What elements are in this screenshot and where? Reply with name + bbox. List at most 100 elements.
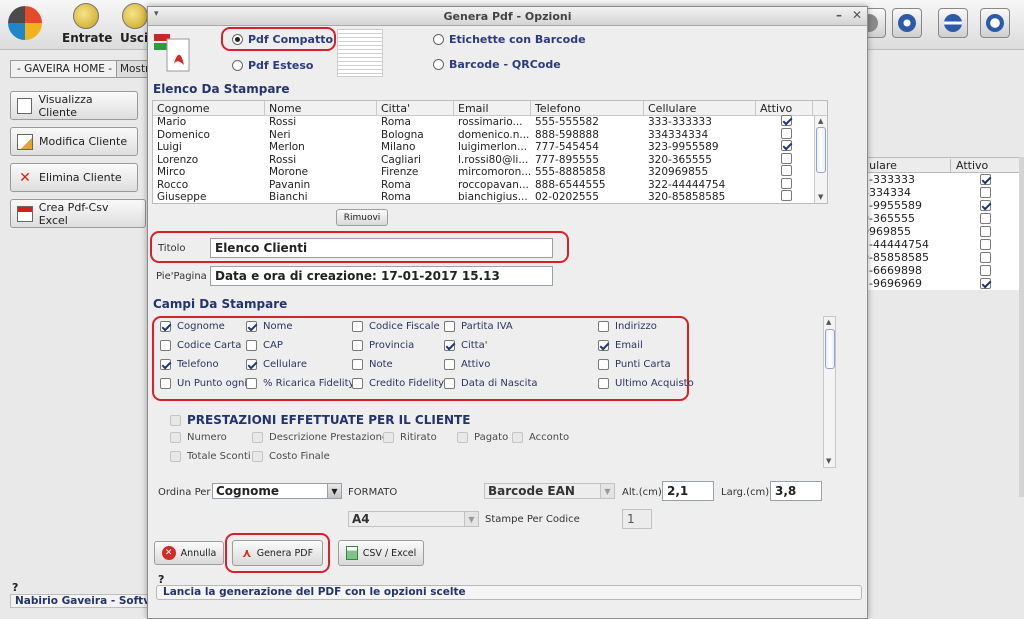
campi-scroll-thumb[interactable] [825,329,835,369]
titolo-input[interactable]: Elenco Clienti [210,238,553,258]
larg-input[interactable]: 3,8 [770,481,822,501]
rimuovi-button[interactable]: Rimuovi [336,209,388,226]
prestazione-checkbox[interactable]: Acconto [512,432,569,443]
bg-table-row[interactable]: 0-85858585 [842,251,1020,264]
mostra-tab[interactable]: Mostr [116,60,148,78]
col-citta[interactable]: Citta' [377,101,454,116]
window-menu-icon[interactable]: ▾ [154,9,159,19]
table-scrollbar[interactable]: ▲ ▼ [814,116,827,203]
attivo-checkbox[interactable] [980,252,991,263]
campi-scroll-down-icon[interactable]: ▼ [826,457,831,465]
field-checkbox[interactable]: Punti Carta [598,359,671,370]
table-row[interactable]: Rocco Pavanin Roma roccopavan... 888-6544555… [153,177,827,192]
dialog-close-button[interactable]: ✕ [852,8,862,22]
col-cellulare[interactable]: Cellulare [644,101,756,116]
col-attivo[interactable]: Attivo [756,101,813,116]
prestazione-checkbox[interactable]: Ritirato [383,432,437,443]
attivo-checkbox[interactable] [781,140,792,152]
field-checkbox[interactable]: Note [352,359,393,370]
field-checkbox[interactable]: Cognome [160,321,225,332]
field-checkbox[interactable]: Ultimo Acquisto [598,378,694,389]
csv-excel-button[interactable]: CSV / Excel [338,540,424,566]
attivo-checkbox[interactable] [980,278,991,289]
table-row[interactable]: Lorenzo Rossi Cagliari l.rossi80@li... 777-8… [153,152,827,167]
attivo-checkbox[interactable] [781,165,792,177]
field-checkbox[interactable]: Email [598,340,643,351]
field-checkbox[interactable]: CAP [246,340,283,351]
entrate-button[interactable]: Entrate [62,3,112,45]
bg-table-row[interactable]: 2-44444754 [842,238,1020,251]
attivo-checkbox[interactable] [980,213,991,224]
field-checkbox[interactable]: Attivo [444,359,490,370]
field-checkbox[interactable]: Codice Carta [160,340,241,351]
campi-scroll-up-icon[interactable]: ▲ [826,318,831,326]
alt-input[interactable]: 2,1 [662,481,714,501]
field-checkbox[interactable]: Partita IVA [444,321,513,332]
pdf-compatto-radio[interactable]: Pdf Compatto [232,33,333,46]
field-checkbox[interactable]: Un Punto ogni [160,378,247,389]
paper-size-select[interactable]: A4 ▼ [348,511,479,527]
attivo-checkbox[interactable] [980,226,991,237]
attivo-checkbox[interactable] [980,239,991,250]
prestazione-checkbox[interactable]: Descrizione Prestazione [252,432,388,443]
piepagina-input[interactable]: Data e ora di creazione: 17-01-2017 15.1… [210,266,553,286]
prestazione-checkbox[interactable]: Numero [170,432,227,443]
attivo-checkbox[interactable] [980,174,991,185]
field-checkbox[interactable]: Telefono [160,359,219,370]
bg-scrollbar[interactable] [1019,157,1024,497]
attivo-checkbox[interactable] [980,187,991,198]
field-checkbox[interactable]: Nome [246,321,293,332]
attivo-checkbox[interactable] [781,190,792,202]
bg-table-row[interactable]: 4334334 [842,186,1020,199]
col-nome[interactable]: Nome [265,101,377,116]
prestazione-checkbox[interactable]: Pagato [457,432,508,443]
etichette-barcode-radio[interactable]: Etichette con Barcode [433,33,586,46]
field-checkbox[interactable]: Indirizzo [598,321,657,332]
field-checkbox[interactable]: % Ricarica Fidelity [246,378,354,389]
campi-scrollbar[interactable]: ▲ ▼ [823,316,836,468]
bg-table-row[interactable]: 3-333333 [842,173,1020,186]
attivo-checkbox[interactable] [980,265,991,276]
elimina-cliente-button[interactable]: ✕ Elimina Cliente [10,163,138,192]
barcode-qrcode-radio[interactable]: Barcode - QRCode [433,58,561,71]
attivo-checkbox[interactable] [781,127,792,139]
visualizza-cliente-button[interactable]: Visualizza Cliente [10,91,138,120]
scroll-up-icon[interactable]: ▲ [818,117,823,125]
minimize-button[interactable] [938,8,968,38]
field-checkbox[interactable]: Provincia [352,340,414,351]
annulla-button[interactable]: ✕ Annulla [154,541,224,565]
prestazione-checkbox[interactable]: Costo Finale [252,451,330,462]
table-row[interactable]: Mario Rossi Roma rossimario... 555-555582 333… [153,115,827,129]
scroll-thumb[interactable] [816,127,826,173]
col-email[interactable]: Email [454,101,531,116]
bg-table-row[interactable]: 3-6669898 [842,264,1020,277]
field-checkbox[interactable]: Credito Fidelity [352,378,444,389]
col-telefono[interactable]: Telefono [531,101,644,116]
bg-table-row[interactable]: 0969855 [842,225,1020,238]
genera-pdf-button[interactable]: ⋏ Genera PDF [232,540,323,566]
barcode-type-select[interactable]: Barcode EAN ▼ [484,483,615,499]
crea-pdf-csv-button[interactable]: Crea Pdf-Csv Excel [10,199,146,228]
col-cognome[interactable]: Cognome [153,101,265,116]
table-row[interactable]: Luigi Merlon Milano luigimerlon... 777-54545… [153,140,827,154]
field-checkbox[interactable]: Data di Nascita [444,378,538,389]
attivo-checkbox[interactable] [781,177,792,189]
table-row[interactable]: Giuseppe Bianchi Roma bianchigius... 02-0202… [153,190,827,203]
bg-table-row[interactable]: 3-9696969 [842,277,1020,290]
home-tab[interactable]: - GAVEIRA HOME - [10,60,120,78]
prestazioni-checkbox[interactable] [170,414,181,426]
prestazione-checkbox[interactable]: Totale Sconti [170,451,251,462]
pdf-esteso-radio[interactable]: Pdf Esteso [232,59,313,72]
field-checkbox[interactable]: Citta' [444,340,487,351]
ordina-select[interactable]: Cognome ▼ [212,483,342,499]
dialog-minimize-button[interactable]: – [836,8,842,22]
bg-table-row[interactable]: 0-365555 [842,212,1020,225]
attivo-checkbox[interactable] [980,200,991,211]
attivo-checkbox[interactable] [781,152,792,164]
attivo-checkbox[interactable] [781,115,792,127]
modifica-cliente-button[interactable]: Modifica Cliente [10,127,138,156]
bg-table-row[interactable]: 3-9955589 [842,199,1020,212]
prestazioni-header[interactable]: PRESTAZIONI EFFETTUATE PER IL CLIENTE [170,413,470,427]
scroll-down-icon[interactable]: ▼ [818,193,823,201]
field-checkbox[interactable]: Cellulare [246,359,307,370]
